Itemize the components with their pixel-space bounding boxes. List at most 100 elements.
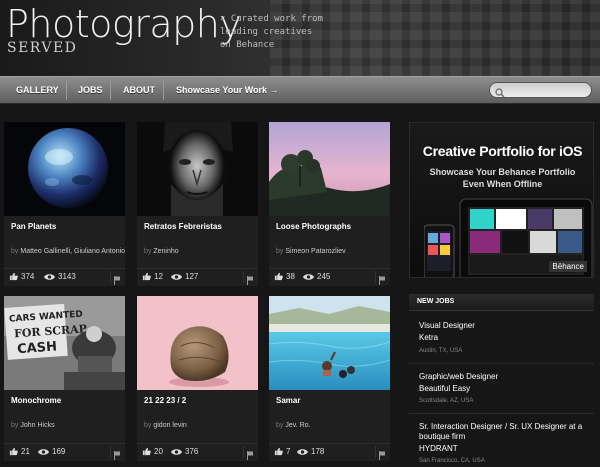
author-name[interactable]: gidon levin xyxy=(153,422,186,429)
likes-count: 7 xyxy=(286,447,291,456)
project-thumbnail[interactable] xyxy=(137,296,258,390)
nav-showcase-your-work[interactable]: Showcase Your Work → xyxy=(176,77,279,104)
views-stat: 127 xyxy=(171,272,198,281)
project-card[interactable]: Retratos Febreristas by Zeninho 12 127 xyxy=(137,122,258,286)
flag-icon[interactable] xyxy=(379,447,385,465)
job-location: San Francisco, CA, USA xyxy=(419,458,485,464)
search-input[interactable] xyxy=(489,82,592,98)
likes-count: 20 xyxy=(154,447,163,456)
thumbs-up-icon xyxy=(9,272,18,281)
author-name[interactable]: Simeon Patarozliev xyxy=(285,248,345,255)
project-card[interactable]: Samar by Jev. Ro. 7 178 xyxy=(269,296,390,461)
project-author: by gidon levin xyxy=(144,422,187,429)
views-stat: 376 xyxy=(171,447,198,456)
stats-divider xyxy=(375,446,376,458)
project-card[interactable]: Pan Planets by Matteo Gallinelli, Giulia… xyxy=(4,122,125,286)
thumbs-up-icon xyxy=(142,447,151,456)
author-name[interactable]: John Hicks xyxy=(20,422,54,429)
eye-icon xyxy=(44,274,55,280)
nav-gallery[interactable]: GALLERY xyxy=(16,77,59,104)
project-card[interactable]: 21 22 23 / 2 by gidon levin 20 376 xyxy=(137,296,258,461)
ad-title: Creative Portfolio for iOS xyxy=(422,143,583,159)
site-header: Photography SERVED × Curated work from l… xyxy=(0,0,600,76)
project-title[interactable]: Monochrome xyxy=(11,396,61,405)
eye-icon xyxy=(303,274,314,280)
views-stat: 245 xyxy=(303,272,330,281)
eye-icon xyxy=(297,449,308,455)
job-location: Austin, TX, USA xyxy=(419,348,463,354)
project-card[interactable]: Loose Photographs by Simeon Patarozliev … xyxy=(269,122,390,286)
project-title[interactable]: Samar xyxy=(276,396,300,405)
project-author: by Simeon Patarozliev xyxy=(276,248,346,255)
project-stats: 7 178 xyxy=(269,443,390,460)
project-card[interactable]: CARS WANTED FOR SCRAP CASH Monochrome by… xyxy=(4,296,125,461)
views-stat: 3143 xyxy=(44,272,76,281)
project-stats: 12 127 xyxy=(137,268,258,285)
project-title[interactable]: Retratos Febreristas xyxy=(144,222,222,231)
project-thumbnail[interactable] xyxy=(269,296,390,390)
views-count: 376 xyxy=(185,447,199,456)
project-title[interactable]: 21 22 23 / 2 xyxy=(144,396,186,405)
project-author: by Jev. Ro. xyxy=(276,422,311,429)
author-name[interactable]: Zeninho xyxy=(153,248,178,255)
stats-divider xyxy=(110,446,111,458)
project-thumbnail[interactable] xyxy=(137,122,258,216)
likes-stat: 374 xyxy=(9,272,34,281)
nav-about[interactable]: ABOUT xyxy=(123,77,155,104)
nav-divider xyxy=(66,81,67,100)
ad-subtitle-line: Even When Offline xyxy=(462,179,543,189)
flag-icon[interactable] xyxy=(114,447,120,465)
by-label: by xyxy=(276,422,284,429)
likes-count: 38 xyxy=(286,272,295,281)
likes-stat: 21 xyxy=(9,447,30,456)
thumbs-up-icon xyxy=(142,272,151,281)
job-company: HYDRANT xyxy=(419,444,458,453)
job-title[interactable]: Graphic/web Designer xyxy=(419,372,591,382)
ad-subtitle-line: Showcase Your Behance Portfolio xyxy=(429,167,576,177)
behance-logo: Bēhance xyxy=(549,261,587,272)
thumbs-up-icon xyxy=(274,447,283,456)
site-logo-subtitle: SERVED xyxy=(7,40,78,56)
flag-icon[interactable] xyxy=(114,272,120,290)
project-title[interactable]: Loose Photographs xyxy=(276,222,351,231)
author-name[interactable]: Matteo Gallinelli, Giuliano Antonio xyxy=(20,248,125,255)
likes-stat: 12 xyxy=(142,272,163,281)
flag-icon[interactable] xyxy=(379,272,385,290)
project-author: by John Hicks xyxy=(11,422,55,429)
project-thumbnail[interactable] xyxy=(269,122,390,216)
likes-stat: 38 xyxy=(274,272,295,281)
project-stats: 20 376 xyxy=(137,443,258,460)
by-label: by xyxy=(11,248,19,255)
project-stats: 374 3143 xyxy=(4,268,125,285)
thumbs-up-icon xyxy=(9,447,18,456)
likes-count: 21 xyxy=(21,447,30,456)
flag-icon[interactable] xyxy=(247,447,253,465)
by-label: by xyxy=(144,422,152,429)
job-listing[interactable]: Visual Designer Ketra Austin, TX, USA xyxy=(409,312,594,364)
tagline-line: on Behance xyxy=(220,40,275,50)
ios-portfolio-ad[interactable]: Creative Portfolio for iOS Showcase Your… xyxy=(409,122,594,278)
eye-icon xyxy=(171,274,182,280)
project-thumbnail[interactable] xyxy=(4,122,125,216)
job-listing[interactable]: Sr. Interaction Designer / Sr. UX Design… xyxy=(409,414,594,467)
by-label: by xyxy=(144,248,152,255)
new-jobs-title: NEW JOBS xyxy=(417,298,455,305)
flag-icon[interactable] xyxy=(247,272,253,290)
eye-icon xyxy=(38,449,49,455)
job-listing[interactable]: Graphic/web Designer Beautiful Easy Scot… xyxy=(409,364,594,414)
stats-divider xyxy=(110,271,111,283)
project-thumbnail[interactable]: CARS WANTED FOR SCRAP CASH xyxy=(4,296,125,390)
job-company: Beautiful Easy xyxy=(419,384,471,393)
site-tagline: × Curated work from leading creatives on… xyxy=(220,13,340,52)
nav-jobs[interactable]: JOBS xyxy=(78,77,103,104)
views-stat: 178 xyxy=(297,447,324,456)
job-title[interactable]: Visual Designer xyxy=(419,321,591,331)
tagline-line: leading creatives xyxy=(220,27,313,37)
project-author: by Matteo Gallinelli, Giuliano Antonio xyxy=(11,248,125,255)
job-title[interactable]: Sr. Interaction Designer / Sr. UX Design… xyxy=(419,422,591,442)
nav-divider xyxy=(163,81,164,100)
project-title[interactable]: Pan Planets xyxy=(11,222,56,231)
new-jobs-header: NEW JOBS xyxy=(409,294,594,311)
author-name[interactable]: Jev. Ro. xyxy=(285,422,310,429)
job-company: Ketra xyxy=(419,333,439,342)
